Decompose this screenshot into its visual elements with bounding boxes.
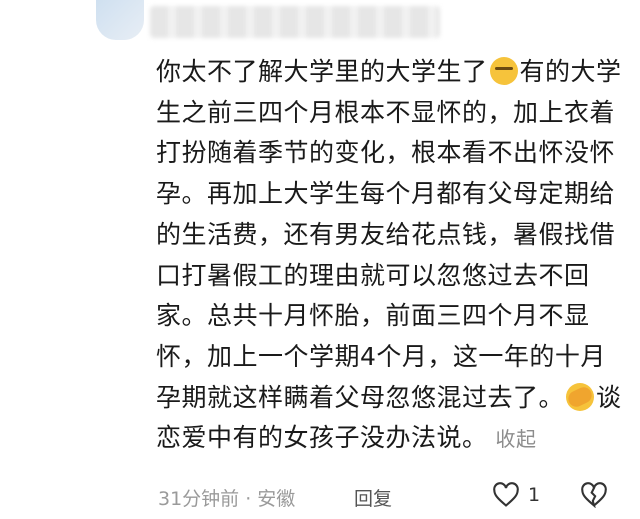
broken-heart-icon (580, 482, 608, 508)
comment-segment: 你太不了解大学里的大学生了 (156, 57, 488, 86)
reply-button[interactable]: 回复 (354, 484, 392, 511)
like-count: 1 (528, 484, 541, 506)
comment-segment: 有的大学生之前三四个月根本不显怀的，加上衣着打扮随着季节的变化，根本看不出怀没怀… (156, 57, 622, 412)
like-button[interactable]: 1 (492, 482, 540, 508)
avatar[interactable] (96, 0, 144, 40)
username-blurred[interactable] (150, 6, 440, 38)
facepalm-emoji-icon (566, 382, 595, 411)
thinking-emoji-icon (489, 57, 518, 85)
comment-footer: 31分钟前 · 安徽 回复 1 (158, 482, 640, 514)
comment-meta: 31分钟前 · 安徽 (158, 488, 296, 510)
heart-outline-icon (492, 482, 520, 508)
dislike-button[interactable] (580, 482, 608, 508)
collapse-link[interactable]: 收起 (496, 427, 537, 451)
comment-text: 你太不了解大学里的大学生了 有的大学生之前三四个月根本不显怀的，加上衣着打扮随着季… (156, 52, 626, 460)
